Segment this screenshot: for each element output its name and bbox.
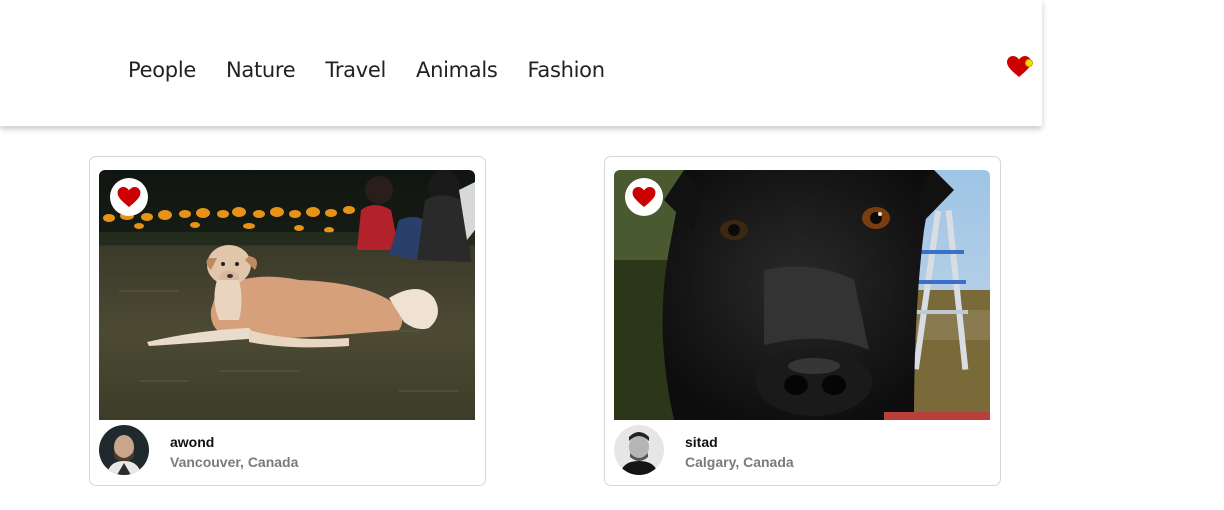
photo-image [99,170,475,420]
dog-lying-on-grass-photo[interactable] [99,170,475,420]
user-avatar[interactable] [614,425,664,475]
username[interactable]: sitad [685,434,718,450]
like-button[interactable] [110,178,148,216]
user-location: Calgary, Canada [685,454,794,470]
nav-item-nature[interactable]: Nature [226,58,296,82]
user-avatar[interactable] [99,425,149,475]
heart-icon [117,186,141,207]
nav-item-travel[interactable]: Travel [325,58,386,82]
username[interactable]: awond [170,434,214,450]
heart-icon [632,186,656,207]
nav-item-people[interactable]: People [128,58,196,82]
top-navbar: People Nature Travel Animals Fashion [0,0,1042,126]
category-nav: People Nature Travel Animals Fashion [128,58,605,82]
nav-item-animals[interactable]: Animals [416,58,498,82]
photo-card: awond Vancouver, Canada [89,156,486,486]
avatar-image [614,425,664,475]
favorites-button[interactable] [1006,56,1034,80]
user-location: Vancouver, Canada [170,454,299,470]
black-dog-closeup-photo[interactable] [614,170,990,420]
notification-dot [1025,59,1033,67]
avatar-image [99,425,149,475]
photo-card: sitad Calgary, Canada [604,156,1001,486]
like-button[interactable] [625,178,663,216]
photo-image [614,170,990,420]
nav-item-fashion[interactable]: Fashion [528,58,605,82]
